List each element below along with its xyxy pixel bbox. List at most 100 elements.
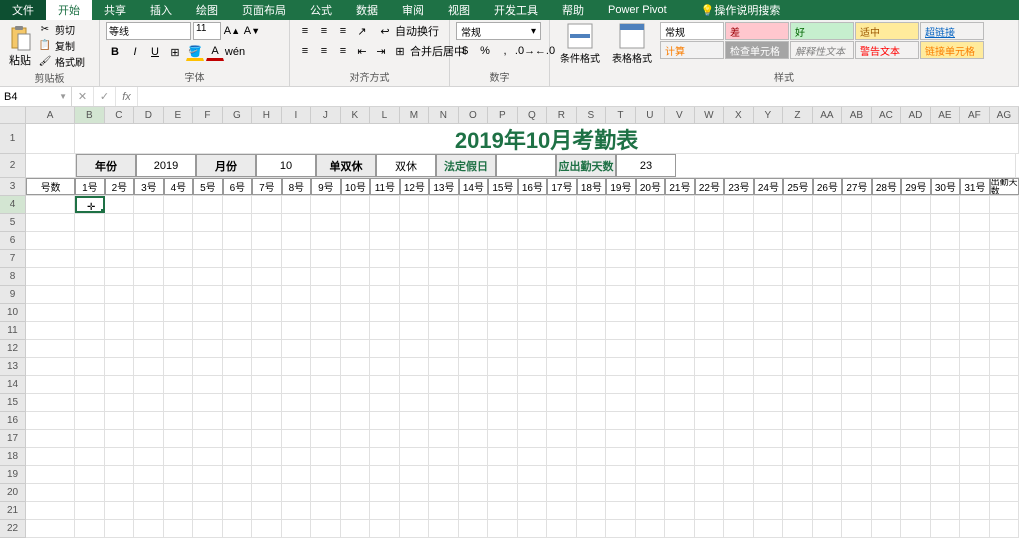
cut-button[interactable]: ✂剪切: [38, 22, 85, 37]
cell[interactable]: [783, 340, 813, 357]
col-header-K[interactable]: K: [341, 107, 371, 123]
cell[interactable]: [665, 358, 695, 375]
cell[interactable]: [252, 214, 282, 231]
cell[interactable]: [695, 376, 725, 393]
cell[interactable]: [577, 304, 607, 321]
cell[interactable]: [459, 232, 489, 249]
cell[interactable]: [282, 520, 312, 537]
cell[interactable]: [724, 448, 754, 465]
cell[interactable]: [488, 196, 518, 213]
cell[interactable]: [606, 520, 636, 537]
cell[interactable]: [400, 412, 430, 429]
row-header-19[interactable]: 19: [0, 466, 25, 484]
cell[interactable]: [636, 304, 666, 321]
cell[interactable]: [488, 520, 518, 537]
cell[interactable]: [429, 196, 459, 213]
cell[interactable]: [636, 286, 666, 303]
cell[interactable]: [518, 376, 548, 393]
cell[interactable]: [193, 484, 223, 501]
cell[interactable]: [282, 232, 312, 249]
cell[interactable]: [252, 196, 282, 213]
row-header-5[interactable]: 5: [0, 214, 25, 232]
cell[interactable]: [606, 304, 636, 321]
cell[interactable]: [429, 214, 459, 231]
cell[interactable]: [783, 520, 813, 537]
cell[interactable]: [370, 520, 400, 537]
cell[interactable]: [783, 502, 813, 519]
cell[interactable]: [429, 340, 459, 357]
style-linked[interactable]: 链接单元格: [920, 41, 984, 59]
cell[interactable]: [400, 376, 430, 393]
cell[interactable]: [724, 304, 754, 321]
cell[interactable]: [134, 322, 164, 339]
cell[interactable]: [75, 214, 105, 231]
cell[interactable]: [26, 484, 75, 501]
cell[interactable]: [990, 214, 1019, 231]
cell[interactable]: [724, 268, 754, 285]
cell[interactable]: [606, 214, 636, 231]
cell[interactable]: [960, 340, 990, 357]
cell[interactable]: [341, 340, 371, 357]
cell[interactable]: [164, 466, 194, 483]
cell[interactable]: [990, 196, 1019, 213]
cell[interactable]: [901, 376, 931, 393]
cell[interactable]: [665, 232, 695, 249]
accept-formula-button[interactable]: ✓: [94, 87, 116, 106]
cell[interactable]: [724, 394, 754, 411]
cell[interactable]: [164, 214, 194, 231]
cell[interactable]: [488, 358, 518, 375]
cell[interactable]: [400, 484, 430, 501]
cell[interactable]: [164, 196, 194, 213]
cell[interactable]: [311, 412, 341, 429]
cell[interactable]: [193, 448, 223, 465]
cell[interactable]: [842, 232, 872, 249]
cell[interactable]: [665, 196, 695, 213]
cell[interactable]: [400, 268, 430, 285]
cell[interactable]: [459, 520, 489, 537]
cell[interactable]: 30号: [931, 178, 961, 195]
cell[interactable]: [695, 430, 725, 447]
cell[interactable]: [931, 232, 961, 249]
cell[interactable]: [26, 466, 75, 483]
cell[interactable]: [105, 232, 135, 249]
cell[interactable]: [547, 250, 577, 267]
cell[interactable]: [783, 358, 813, 375]
cell[interactable]: [252, 358, 282, 375]
cell[interactable]: [901, 394, 931, 411]
cell[interactable]: [813, 250, 843, 267]
cell[interactable]: [341, 322, 371, 339]
cell[interactable]: [813, 214, 843, 231]
title-cell[interactable]: 2019年10月考勤表: [75, 124, 1019, 153]
cell[interactable]: [75, 304, 105, 321]
paste-button[interactable]: 粘贴: [6, 22, 34, 70]
cell[interactable]: [311, 232, 341, 249]
cell[interactable]: [842, 484, 872, 501]
font-size-select[interactable]: 11: [193, 22, 221, 40]
cell[interactable]: [311, 484, 341, 501]
cell[interactable]: [252, 286, 282, 303]
cell[interactable]: [665, 520, 695, 537]
cell[interactable]: [665, 394, 695, 411]
cell[interactable]: [26, 304, 75, 321]
cell[interactable]: [901, 358, 931, 375]
cell[interactable]: [990, 430, 1019, 447]
cell[interactable]: [695, 232, 725, 249]
cell[interactable]: [665, 304, 695, 321]
cell[interactable]: [872, 232, 902, 249]
cell[interactable]: [931, 322, 961, 339]
cell[interactable]: [842, 304, 872, 321]
cell[interactable]: [606, 196, 636, 213]
cell[interactable]: [754, 304, 784, 321]
cell[interactable]: [695, 196, 725, 213]
cell[interactable]: [813, 412, 843, 429]
cell[interactable]: [105, 214, 135, 231]
italic-button[interactable]: I: [126, 43, 144, 61]
col-header-S[interactable]: S: [577, 107, 607, 123]
col-header-L[interactable]: L: [370, 107, 400, 123]
cell[interactable]: [990, 484, 1019, 501]
cell[interactable]: [164, 232, 194, 249]
cell[interactable]: [193, 214, 223, 231]
cell[interactable]: [931, 466, 961, 483]
cell[interactable]: [282, 358, 312, 375]
cell[interactable]: [724, 412, 754, 429]
